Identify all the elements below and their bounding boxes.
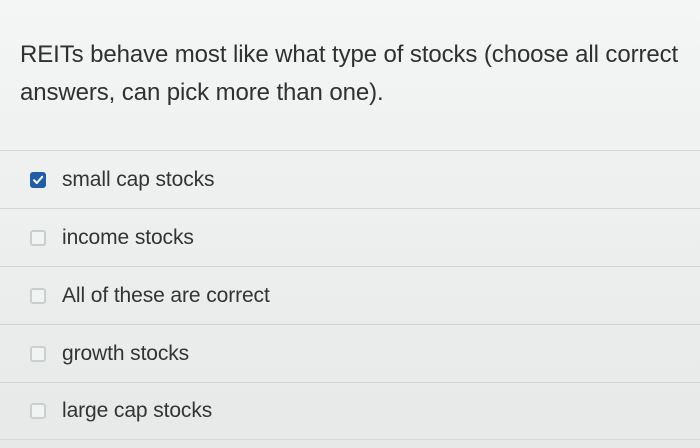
option-label-income-stocks: income stocks [62,225,194,249]
checkbox-growth-stocks[interactable] [30,345,46,362]
question-card: REITs behave most like what type of stoc… [0,0,700,448]
option-label-all-of-these-are-correct: All of these are correct [62,283,270,307]
checkbox-income-stocks[interactable] [30,229,46,246]
answer-option-growth-stocks[interactable]: growth stocks [0,324,700,382]
answer-option-small-cap-stocks[interactable]: small cap stocks [0,150,700,208]
question-text: REITs behave most like what type of stoc… [20,41,679,106]
checkbox-small-cap-stocks[interactable] [30,171,46,188]
checkbox-all-of-these-are-correct[interactable] [30,287,46,304]
answer-option-all-of-these-are-correct[interactable]: All of these are correct [0,266,700,324]
answer-option-large-cap-stocks[interactable]: large cap stocks [0,382,700,440]
option-label-growth-stocks: growth stocks [62,341,190,365]
answer-options-list: small cap stocks income stocks All of th… [0,150,700,440]
option-label-small-cap-stocks: small cap stocks [62,167,215,191]
checkbox-large-cap-stocks[interactable] [30,403,46,419]
option-label-large-cap-stocks: large cap stocks [62,399,213,422]
answer-option-income-stocks[interactable]: income stocks [0,208,700,266]
checkmark-icon [33,175,44,184]
